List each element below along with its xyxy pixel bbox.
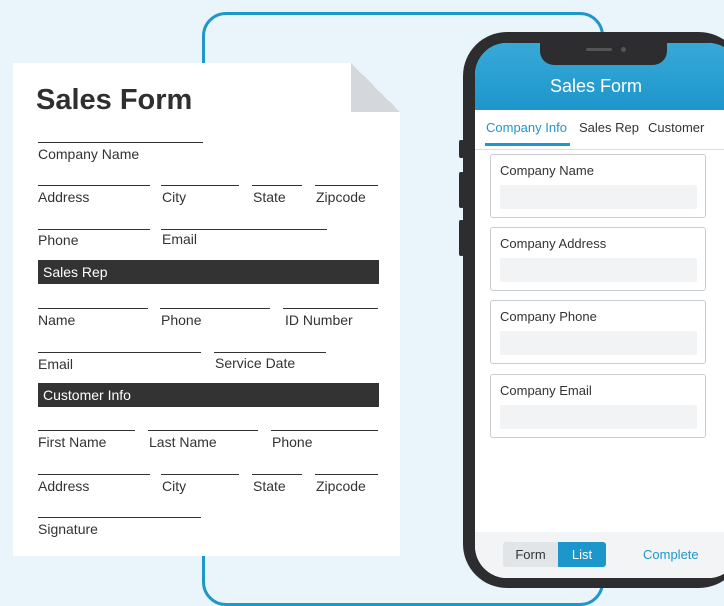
id-number-line xyxy=(283,308,378,309)
email-line xyxy=(161,229,327,230)
app-title: Sales Form xyxy=(550,76,643,96)
tab-bar: Company Info Sales Rep Customer xyxy=(475,110,724,150)
cust-address-line xyxy=(38,474,150,475)
state-label: State xyxy=(253,189,286,205)
cust-zipcode-label: Zipcode xyxy=(316,478,366,494)
name-label: Name xyxy=(38,312,76,328)
company-name-field-card: Company Name xyxy=(490,154,706,218)
first-name-line xyxy=(38,430,135,431)
tab-sales-rep[interactable]: Sales Rep xyxy=(579,120,639,135)
rep-email-label: Email xyxy=(38,356,74,372)
company-phone-field-card: Company Phone xyxy=(490,300,706,364)
cust-state-label: State xyxy=(253,478,286,494)
city-line xyxy=(161,185,239,186)
cust-phone-line xyxy=(271,430,378,431)
zipcode-line xyxy=(315,185,378,186)
rep-email-line xyxy=(38,352,201,353)
company-name-line xyxy=(38,142,203,143)
id-number-label: ID Number xyxy=(285,312,353,328)
phone-label: Phone xyxy=(38,232,79,248)
camera-icon xyxy=(621,47,626,52)
last-name-label: Last Name xyxy=(149,434,217,450)
cust-city-label: City xyxy=(162,478,187,494)
signature-label: Signature xyxy=(38,521,98,537)
company-email-input[interactable] xyxy=(500,405,697,429)
tab-customer[interactable]: Customer xyxy=(648,120,704,135)
company-address-input[interactable] xyxy=(500,258,697,282)
last-name-line xyxy=(148,430,258,431)
tab-company-info[interactable]: Company Info xyxy=(486,120,567,135)
active-tab-indicator xyxy=(485,143,570,146)
state-line xyxy=(252,185,302,186)
sales-rep-section-header: Sales Rep xyxy=(38,260,379,284)
company-name-field-label: Company Name xyxy=(500,163,594,178)
city-label: City xyxy=(162,189,187,205)
company-address-field-card: Company Address xyxy=(490,227,706,291)
company-email-field-label: Company Email xyxy=(500,383,592,398)
signature-line xyxy=(38,517,201,518)
phone-line xyxy=(38,229,150,230)
zipcode-label: Zipcode xyxy=(316,189,366,205)
rep-phone-line xyxy=(160,308,270,309)
rep-phone-label: Phone xyxy=(161,312,202,328)
list-view-button[interactable]: List xyxy=(558,542,606,567)
service-date-label: Service Date xyxy=(215,355,296,371)
name-line xyxy=(38,308,148,309)
company-phone-field-label: Company Phone xyxy=(500,309,597,324)
cust-state-line xyxy=(252,474,302,475)
company-address-field-label: Company Address xyxy=(500,236,607,251)
speaker-icon xyxy=(586,48,612,51)
address-line xyxy=(38,185,150,186)
paper-fold-corner xyxy=(351,63,400,112)
service-date-line xyxy=(214,352,326,353)
cust-zipcode-line xyxy=(315,474,378,475)
company-email-field-card: Company Email xyxy=(490,374,706,438)
cust-address-label: Address xyxy=(38,478,90,494)
cust-city-line xyxy=(161,474,239,475)
phone-notch xyxy=(540,43,667,65)
paper-form-title: Sales Form xyxy=(36,84,193,116)
phone-screen: Sales Form Company Info Sales Rep Custom… xyxy=(475,43,724,578)
bottom-toolbar: Form List Complete xyxy=(475,532,724,578)
company-name-input[interactable] xyxy=(500,185,697,209)
email-label: Email xyxy=(162,231,198,247)
complete-button[interactable]: Complete xyxy=(643,547,699,562)
first-name-label: First Name xyxy=(38,434,107,450)
address-label: Address xyxy=(38,189,90,205)
company-phone-input[interactable] xyxy=(500,331,697,355)
customer-info-section-header: Customer Info xyxy=(38,383,379,407)
cust-phone-label: Phone xyxy=(272,434,313,450)
company-name-label: Company Name xyxy=(38,146,140,162)
form-view-button[interactable]: Form xyxy=(503,542,558,567)
